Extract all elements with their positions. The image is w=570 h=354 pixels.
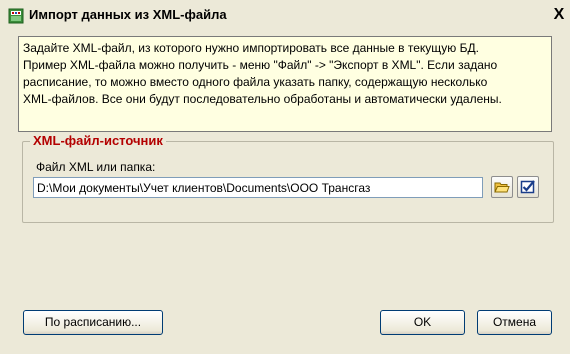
file-path-input[interactable]: [33, 177, 483, 198]
cancel-button[interactable]: Отмена: [477, 310, 552, 335]
close-button[interactable]: X: [551, 6, 567, 24]
info-line: расписание, то можно вместо одного файла…: [23, 75, 488, 89]
import-xml-dialog: Импорт данных из XML-файла X Задайте XML…: [0, 0, 570, 354]
check-file-button[interactable]: [517, 176, 539, 198]
xml-file-icon: [8, 8, 24, 24]
ok-button[interactable]: OK: [380, 310, 465, 335]
info-line: Пример XML-файла можно получить - меню "…: [23, 58, 498, 72]
info-text-box: Задайте XML-файл, из которого нужно импо…: [18, 36, 552, 132]
window-title: Импорт данных из XML-файла: [29, 7, 227, 22]
browse-folder-button[interactable]: [491, 176, 513, 198]
file-or-folder-label: Файл XML или папка:: [36, 160, 156, 174]
source-group-legend: XML-файл-источник: [30, 133, 166, 148]
info-line: XML-файлов. Все они будут последовательн…: [23, 92, 502, 106]
title-bar[interactable]: Импорт данных из XML-файла X: [0, 0, 570, 30]
schedule-button[interactable]: По расписанию...: [23, 310, 163, 335]
info-line: Задайте XML-файл, из которого нужно импо…: [23, 41, 479, 55]
